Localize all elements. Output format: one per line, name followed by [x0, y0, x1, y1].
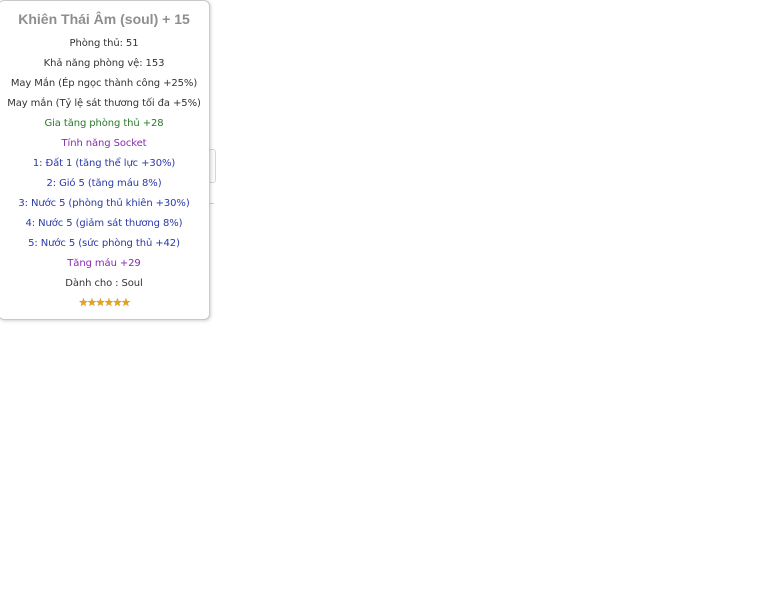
star-icon: ★: [78, 296, 89, 309]
socket-line-4: 4: Nước 5 (giảm sát thương 8%): [25, 218, 183, 229]
star-icon: ★: [87, 296, 97, 309]
socket-line-1: 1: Đất 1 (tăng thể lực +30%): [32, 158, 176, 169]
socket-line-3: 3: Nước 5 (phòng thủ khiên +30%): [18, 198, 190, 209]
rating-stars: ★ ★ ★ ★ ★ ★: [0, 297, 209, 309]
item-title: Khiên Thái Âm (soul) + 15: [18, 11, 190, 27]
stat-defense-capability: Khả năng phòng vệ: 153: [43, 58, 165, 69]
item-tooltip: Khiên Thái Âm (soul) + 15 Phòng thủ: 51 …: [0, 0, 210, 320]
star-icon: ★: [121, 296, 131, 309]
star-icon: ★: [95, 296, 106, 309]
stat-luck-damage: May mắn (Tỷ lệ sát thương tối đa +5%): [7, 98, 201, 109]
stat-defense: Phòng thủ: 51: [69, 38, 139, 49]
stat-hp-bonus: Tăng máu +29: [67, 258, 141, 269]
star-icon: ★: [112, 296, 123, 309]
star-icon: ★: [104, 296, 114, 309]
class-requirement: Dành cho : Soul: [65, 278, 143, 289]
stat-defense-bonus: Gia tăng phòng thủ +28: [44, 118, 164, 129]
socket-header: Tính năng Socket: [61, 138, 147, 149]
socket-line-5: 5: Nước 5 (sức phòng thủ +42): [28, 238, 180, 249]
socket-line-2: 2: Gió 5 (tăng máu 8%): [46, 178, 162, 189]
stat-luck-jewel: May Mắn (Ép ngọc thành công +25%): [10, 78, 198, 89]
